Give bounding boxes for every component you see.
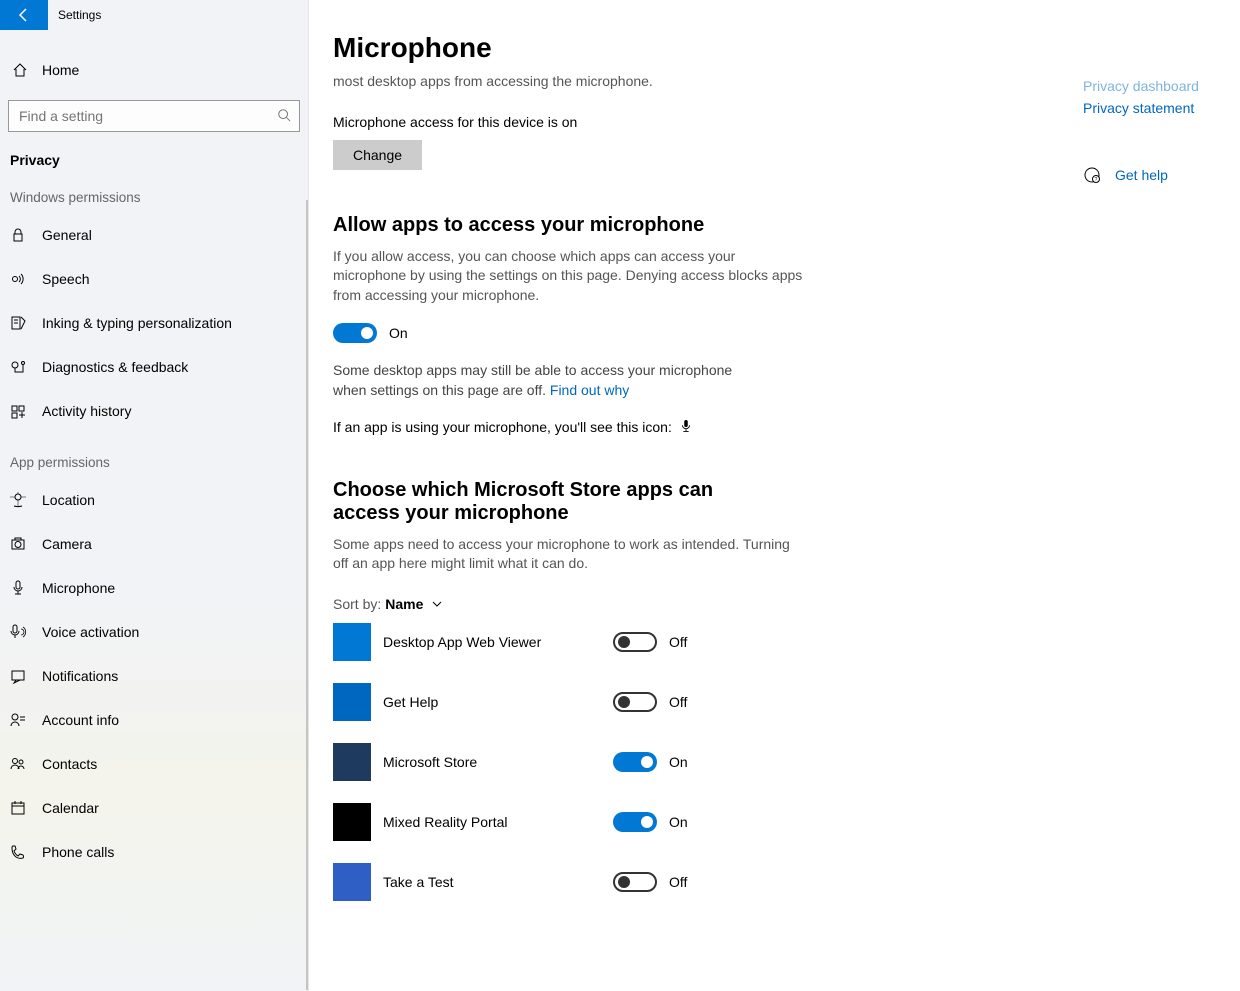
chevron-down-icon	[431, 598, 443, 610]
voice-activation-icon	[10, 624, 26, 640]
lock-icon	[10, 227, 26, 243]
app-row: Microsoft Store On	[333, 732, 1083, 792]
privacy-statement-link[interactable]: Privacy statement	[1083, 100, 1240, 116]
main-content: Microphone most desktop apps from access…	[309, 0, 1240, 991]
choose-heading: Choose which Microsoft Store apps can ac…	[333, 479, 763, 525]
allow-desc: If you allow access, you can choose whic…	[333, 247, 803, 306]
mic-in-use-icon	[680, 420, 692, 434]
app-icon	[333, 623, 371, 661]
app-icon	[333, 803, 371, 841]
intro-text: most desktop apps from accessing the mic…	[333, 72, 803, 92]
app-name: Get Help	[383, 694, 613, 710]
location-icon	[10, 492, 26, 508]
nav-calendar[interactable]: Calendar	[0, 786, 308, 830]
group-windows-permissions: Windows permissions	[0, 168, 308, 213]
app-toggle[interactable]	[613, 812, 657, 832]
allow-toggle[interactable]	[333, 323, 377, 343]
contacts-icon	[10, 756, 26, 772]
app-toggle-label: On	[669, 754, 688, 770]
nav-account[interactable]: Account info	[0, 698, 308, 742]
activity-icon	[10, 403, 26, 419]
sidebar-scrollbar[interactable]	[306, 200, 308, 990]
titlebar: Settings	[0, 0, 308, 30]
app-row: Get Help Off	[333, 672, 1083, 732]
app-icon	[333, 863, 371, 901]
app-row: Take a Test Off	[333, 852, 1083, 912]
app-icon	[333, 743, 371, 781]
search-wrap	[0, 92, 308, 140]
nav-diagnostics[interactable]: Diagnostics & feedback	[0, 345, 308, 389]
nav-voice-activation[interactable]: Voice activation	[0, 610, 308, 654]
home-icon	[12, 62, 28, 78]
app-toggle[interactable]	[613, 632, 657, 652]
get-help[interactable]: ? Get help	[1083, 166, 1240, 184]
nav-general[interactable]: General	[0, 213, 308, 257]
help-icon: ?	[1083, 166, 1101, 184]
device-status: Microphone access for this device is on	[333, 114, 1083, 130]
diagnostics-icon	[10, 359, 26, 375]
app-icon	[333, 683, 371, 721]
calendar-icon	[10, 800, 26, 816]
choose-desc: Some apps need to access your microphone…	[333, 535, 803, 574]
nav-home-label: Home	[42, 62, 79, 78]
nav-home[interactable]: Home	[0, 48, 308, 92]
phone-icon	[10, 844, 26, 860]
group-app-permissions: App permissions	[0, 433, 308, 478]
svg-text:?: ?	[1095, 177, 1098, 183]
section-privacy-label: Privacy	[0, 140, 308, 168]
app-name: Microsoft Store	[383, 754, 613, 770]
nav-notifications[interactable]: Notifications	[0, 654, 308, 698]
app-name: Desktop App Web Viewer	[383, 634, 613, 650]
app-row: Mixed Reality Portal On	[333, 792, 1083, 852]
nav-speech[interactable]: Speech	[0, 257, 308, 301]
inking-icon	[10, 315, 26, 331]
right-column: Privacy dashboard Privacy statement ? Ge…	[1083, 32, 1240, 991]
app-toggle[interactable]	[613, 752, 657, 772]
app-name: Mixed Reality Portal	[383, 814, 613, 830]
app-toggle[interactable]	[613, 872, 657, 892]
search-icon	[269, 108, 299, 125]
app-toggle-label: On	[669, 814, 688, 830]
nav-microphone[interactable]: Microphone	[0, 566, 308, 610]
sidebar: Settings Home Privacy Windows permission…	[0, 0, 309, 991]
microphone-icon	[10, 580, 26, 596]
in-use-note: If an app is using your microphone, you'…	[333, 419, 1083, 435]
nav-phone-calls[interactable]: Phone calls	[0, 830, 308, 874]
find-out-why-link[interactable]: Find out why	[550, 382, 629, 398]
search-box[interactable]	[8, 100, 300, 132]
app-toggle-label: Off	[669, 874, 687, 890]
back-button[interactable]	[0, 0, 48, 30]
allow-heading: Allow apps to access your microphone	[333, 214, 763, 237]
nav-camera[interactable]: Camera	[0, 522, 308, 566]
desktop-apps-note: Some desktop apps may still be able to a…	[333, 361, 763, 400]
nav-location[interactable]: Location	[0, 478, 308, 522]
app-toggle-label: Off	[669, 634, 687, 650]
privacy-dashboard-link[interactable]: Privacy dashboard	[1083, 78, 1240, 94]
app-toggle-label: Off	[669, 694, 687, 710]
nav-contacts[interactable]: Contacts	[0, 742, 308, 786]
app-toggle[interactable]	[613, 692, 657, 712]
nav-inking[interactable]: Inking & typing personalization	[0, 301, 308, 345]
allow-toggle-label: On	[389, 325, 408, 341]
sort-dropdown[interactable]: Sort by: Name	[333, 596, 1083, 612]
camera-icon	[10, 536, 26, 552]
account-icon	[10, 712, 26, 728]
search-input[interactable]	[9, 108, 269, 124]
app-name: Take a Test	[383, 874, 613, 890]
page-title: Microphone	[333, 32, 1083, 64]
change-button[interactable]: Change	[333, 140, 422, 170]
nav-activity[interactable]: Activity history	[0, 389, 308, 433]
notifications-icon	[10, 668, 26, 684]
app-row: Desktop App Web Viewer Off	[333, 612, 1083, 672]
window-title: Settings	[48, 8, 101, 22]
speech-icon	[10, 271, 26, 287]
arrow-left-icon	[16, 7, 32, 23]
